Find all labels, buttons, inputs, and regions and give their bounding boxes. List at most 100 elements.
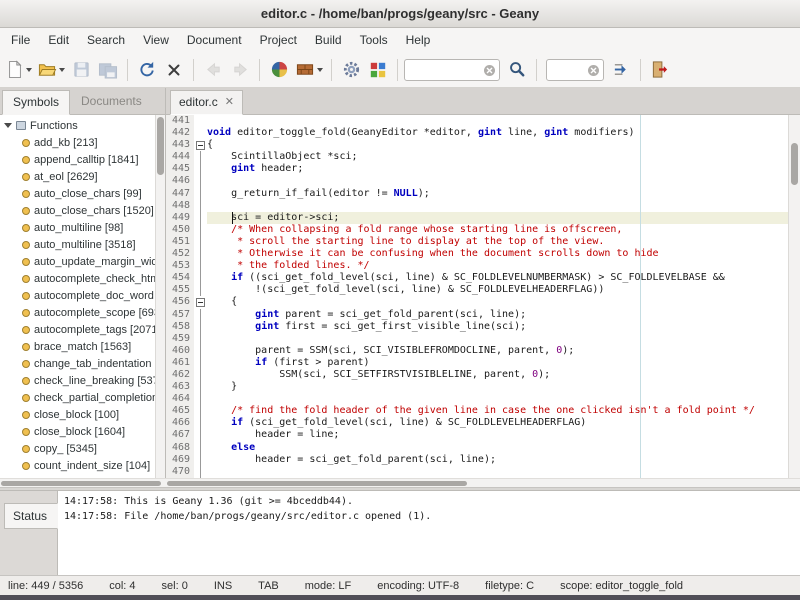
fold-collapse-icon[interactable] — [196, 141, 205, 150]
tab-editor-c[interactable]: editor.c ✕ — [170, 90, 243, 115]
save-all-button[interactable] — [95, 56, 121, 84]
symbol-item[interactable]: at_eol [2629] — [0, 168, 155, 185]
dropdown-arrow-icon[interactable] — [317, 68, 323, 72]
code-line[interactable]: 444 ScintillaObject *sci; — [166, 151, 788, 163]
code-text[interactable]: if ((sci_get_fold_level(sci, line) & SC_… — [207, 272, 788, 284]
symbol-item[interactable]: check_line_breaking [537] — [0, 372, 155, 389]
symbol-item[interactable]: auto_update_margin_width [989] — [0, 253, 155, 270]
code-text[interactable]: header = line; — [207, 429, 788, 441]
code-line[interactable]: 461 if (first > parent) — [166, 357, 788, 369]
nav-back-button[interactable] — [200, 56, 226, 84]
dropdown-arrow-icon[interactable] — [26, 68, 32, 72]
code-text[interactable] — [207, 333, 788, 345]
code-text[interactable]: gint parent = sci_get_fold_parent(sci, l… — [207, 309, 788, 321]
sidebar-hscrollbar-thumb[interactable] — [1, 481, 161, 486]
code-line[interactable]: 465 /* find the fold header of the given… — [166, 405, 788, 417]
code-text[interactable]: sci = editor->sci; — [207, 212, 788, 224]
code-line[interactable]: 467 header = line; — [166, 429, 788, 441]
goto-line-button[interactable] — [608, 56, 634, 84]
code-line[interactable]: 446 — [166, 175, 788, 187]
menu-build[interactable]: Build — [306, 30, 351, 50]
code-text[interactable]: header = sci_get_fold_parent(sci, line); — [207, 454, 788, 466]
symbol-item[interactable]: brace_match [1563] — [0, 338, 155, 355]
sidebar-scrollbar[interactable] — [155, 115, 165, 478]
symbol-item[interactable]: autocomplete_check_html [2180] — [0, 270, 155, 287]
code-text[interactable]: * Otherwise it can be confusing when the… — [207, 248, 788, 260]
fold-margin[interactable] — [194, 139, 207, 151]
editor-area[interactable]: 441442void editor_toggle_fold(GeanyEdito… — [166, 115, 800, 478]
code-line[interactable]: 448 — [166, 200, 788, 212]
tab-symbols[interactable]: Symbols — [2, 90, 70, 115]
symbol-item[interactable]: change_tab_indentation [5210] — [0, 355, 155, 372]
code-line[interactable]: 453 * the folded lines. */ — [166, 260, 788, 272]
symbol-item[interactable]: auto_multiline [98] — [0, 219, 155, 236]
menu-file[interactable]: File — [2, 30, 39, 50]
code-line[interactable]: 466 if (sci_get_fold_level(sci, line) & … — [166, 417, 788, 429]
tab-documents[interactable]: Documents — [70, 89, 153, 114]
code-line[interactable]: 458 gint first = sci_get_first_visible_l… — [166, 321, 788, 333]
dropdown-arrow-icon[interactable] — [59, 68, 65, 72]
nav-forward-button[interactable] — [227, 56, 253, 84]
symbol-item[interactable]: add_kb [213] — [0, 134, 155, 151]
fold-margin[interactable] — [194, 296, 207, 308]
symbol-item[interactable]: auto_close_chars [1520] — [0, 202, 155, 219]
code-line[interactable]: 459 — [166, 333, 788, 345]
fold-collapse-icon[interactable] — [196, 298, 205, 307]
menu-tools[interactable]: Tools — [351, 30, 397, 50]
symbol-item[interactable]: close_block [1604] — [0, 423, 155, 440]
code-line[interactable]: 442void editor_toggle_fold(GeanyEditor *… — [166, 127, 788, 139]
code-line[interactable]: 468 else — [166, 442, 788, 454]
code-text[interactable] — [207, 466, 788, 478]
menu-help[interactable]: Help — [397, 30, 440, 50]
compile-button[interactable] — [266, 56, 292, 84]
code-line[interactable]: 463 } — [166, 381, 788, 393]
code-line[interactable]: 457 gint parent = sci_get_fold_parent(sc… — [166, 309, 788, 321]
code-line[interactable]: 447 g_return_if_fail(editor != NULL); — [166, 188, 788, 200]
code-text[interactable]: { — [207, 296, 788, 308]
menu-project[interactable]: Project — [251, 30, 306, 50]
new-file-button[interactable] — [4, 56, 34, 84]
editor-hscrollbar-thumb[interactable] — [167, 481, 467, 486]
sidebar-hscrollbar[interactable] — [0, 479, 166, 487]
open-file-button[interactable] — [35, 56, 67, 84]
code-text[interactable]: { — [207, 139, 788, 151]
code-text[interactable] — [207, 115, 788, 127]
code-line[interactable]: 443{ — [166, 139, 788, 151]
search-button[interactable] — [504, 56, 530, 84]
code-text[interactable]: !(sci_get_fold_level(sci, line) & SC_FOL… — [207, 284, 788, 296]
revert-button[interactable] — [134, 56, 160, 84]
code-text[interactable]: * the folded lines. */ — [207, 260, 788, 272]
code-text[interactable]: void editor_toggle_fold(GeanyEditor *edi… — [207, 127, 788, 139]
symbol-item[interactable]: close_block [100] — [0, 406, 155, 423]
code-line[interactable]: 464 — [166, 393, 788, 405]
editor-hscrollbar[interactable] — [166, 479, 800, 487]
code-text[interactable]: * scroll the starting line to display at… — [207, 236, 788, 248]
tab-close-icon[interactable]: ✕ — [225, 97, 234, 107]
clear-icon[interactable] — [483, 64, 496, 77]
code-line[interactable]: 451 * scroll the starting line to displa… — [166, 236, 788, 248]
code-text[interactable]: if (sci_get_fold_level(sci, line) & SC_F… — [207, 417, 788, 429]
menu-view[interactable]: View — [134, 30, 178, 50]
code-line[interactable]: 449 sci = editor->sci; — [166, 212, 788, 224]
symbol-item[interactable]: count_indent_size [2771] — [0, 474, 155, 478]
symbol-item[interactable]: append_calltip [1841] — [0, 151, 155, 168]
tab-status[interactable]: Status — [4, 503, 58, 529]
symbol-item[interactable]: auto_multiline [3518] — [0, 236, 155, 253]
code-line[interactable]: 450 /* When collapsing a fold range whos… — [166, 224, 788, 236]
code-text[interactable]: /* find the fold header of the given lin… — [207, 405, 788, 417]
code-text[interactable]: ScintillaObject *sci; — [207, 151, 788, 163]
symbol-item[interactable]: count_indent_size [104] — [0, 457, 155, 474]
code-text[interactable]: if (first > parent) — [207, 357, 788, 369]
titlebar[interactable]: editor.c - /home/ban/progs/geany/src - G… — [0, 0, 800, 28]
quit-button[interactable] — [647, 56, 673, 84]
save-button[interactable] — [68, 56, 94, 84]
code-text[interactable]: /* When collapsing a fold range whose st… — [207, 224, 788, 236]
code-line[interactable]: 469 header = sci_get_fold_parent(sci, li… — [166, 454, 788, 466]
color-chooser-button[interactable] — [365, 56, 391, 84]
symbol-item[interactable]: copy_ [5345] — [0, 440, 155, 457]
code-text[interactable] — [207, 175, 788, 187]
clear-icon[interactable] — [587, 64, 600, 77]
sidebar-scrollbar-thumb[interactable] — [157, 117, 164, 175]
menu-search[interactable]: Search — [78, 30, 134, 50]
code-line[interactable]: 462 SSM(sci, SCI_SETFIRSTVISIBLELINE, pa… — [166, 369, 788, 381]
